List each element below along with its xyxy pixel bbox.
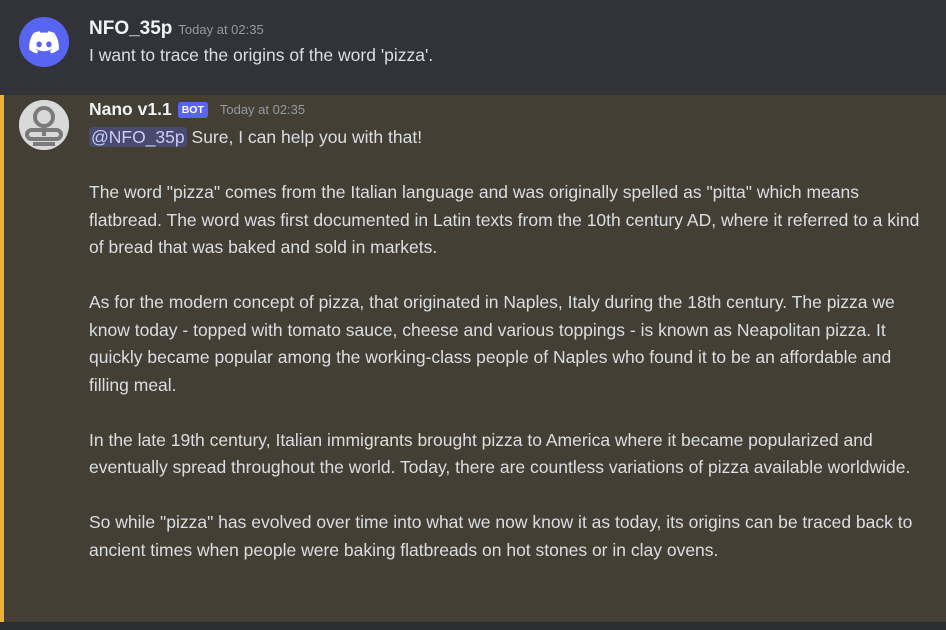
message-body: @NFO_35p Sure, I can help you with that!… [89, 124, 929, 564]
chat-window: NFO_35p Today at 02:35 I want to trace th… [0, 0, 946, 630]
message-paragraph: The word "pizza" comes from the Italian … [89, 182, 920, 257]
message-paragraph: In the late 19th century, Italian immigr… [89, 429, 911, 478]
timestamp: Today at 02:35 [219, 102, 306, 117]
robot-avatar-icon[interactable] [19, 100, 69, 150]
author-name[interactable]: NFO_35p [89, 18, 172, 39]
discord-logo-icon[interactable] [19, 17, 69, 67]
message-header: NFO_35p Today at 02:35 [89, 18, 264, 40]
message-paragraph: So while "pizza" has evolved over time i… [89, 512, 913, 560]
timestamp: Today at 02:35 [178, 22, 264, 37]
message-paragraph: As for the modern concept of pizza, that… [89, 292, 895, 395]
message-user: NFO_35p Today at 02:35 I want to trace th… [0, 0, 946, 94]
message-first-line: @NFO_35p Sure, I can help you with that! [89, 124, 929, 152]
user-mention[interactable]: @NFO_35p [89, 127, 187, 147]
message-bot-mention: Nano v1.1 BOT Today at 02:35 @NFO_35p Su… [0, 95, 946, 622]
message-header: Nano v1.1 BOT Today at 02:35 [89, 99, 305, 120]
author-name[interactable]: Nano v1.1 [89, 99, 172, 120]
bottom-divider [0, 622, 946, 630]
message-text: Sure, I can help you with that! [191, 127, 423, 147]
bot-badge: BOT [177, 101, 208, 118]
message-text: I want to trace the origins of the word … [89, 45, 434, 65]
